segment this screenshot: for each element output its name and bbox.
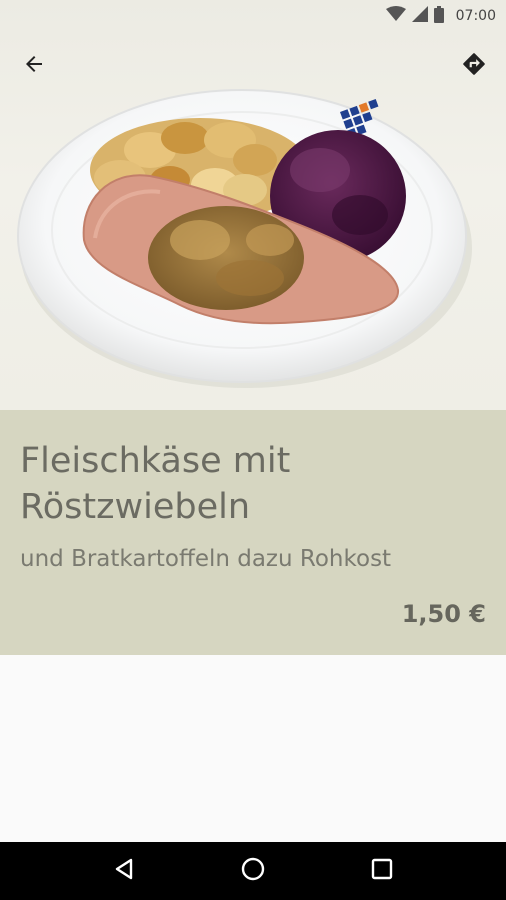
nav-recents-button[interactable] <box>358 847 406 895</box>
dish-price: 1,50 € <box>401 600 486 628</box>
nav-back-button[interactable] <box>100 847 148 895</box>
wifi-icon <box>385 6 406 26</box>
cell-signal-icon <box>411 6 428 26</box>
dish-info-panel: Fleischkäse mit Röstzwiebeln und Bratkar… <box>0 410 506 655</box>
battery-icon <box>433 5 444 27</box>
recents-square-icon <box>371 858 393 884</box>
directions-icon <box>461 51 487 81</box>
home-circle-icon <box>241 857 265 885</box>
system-navigation-bar <box>0 842 506 900</box>
dish-description: und Bratkartoffeln dazu Rohkost <box>20 546 392 572</box>
dish-title: Fleischkäse mit Röstzwiebeln <box>20 441 291 527</box>
arrow-left-icon <box>22 52 46 80</box>
nav-home-button[interactable] <box>229 847 277 895</box>
directions-button[interactable] <box>454 46 494 86</box>
status-bar: 07:00 <box>0 0 506 32</box>
status-time: 07:00 <box>455 8 496 24</box>
content-area <box>0 655 506 842</box>
back-button[interactable] <box>14 46 54 86</box>
back-triangle-icon <box>113 858 135 884</box>
dish-plate-image <box>17 89 472 388</box>
dish-photo: 07:00 <box>0 0 506 410</box>
